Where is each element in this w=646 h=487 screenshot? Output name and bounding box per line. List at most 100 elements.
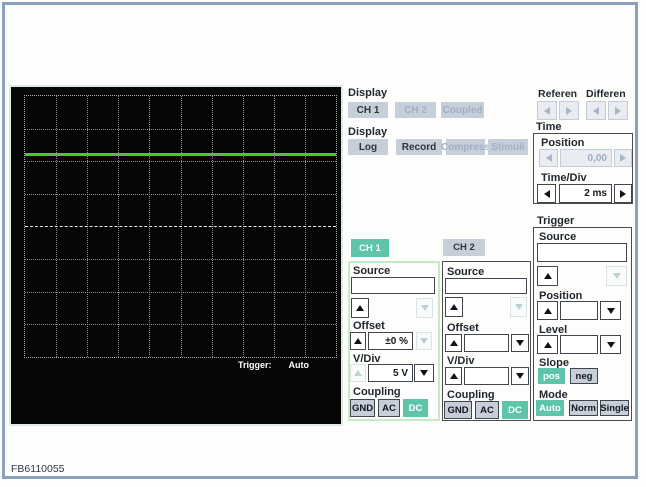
display-channels-title: Display xyxy=(348,87,388,99)
difference-prev-button[interactable] xyxy=(586,101,606,120)
display-ch1-button[interactable]: CH 1 xyxy=(348,102,388,118)
ch1-coupling-label: Coupling xyxy=(353,386,401,398)
mode-auto-button[interactable]: Auto xyxy=(536,400,564,416)
grid-line xyxy=(25,291,336,293)
tab-channel2[interactable]: CH 2 xyxy=(443,239,485,256)
down-arrow-icon xyxy=(420,338,428,344)
ch1-coupling-ac-button[interactable]: AC xyxy=(378,399,400,417)
right-arrow-icon xyxy=(615,106,621,115)
ch2-coupling-dc-button[interactable]: DC xyxy=(502,401,528,419)
ch2-source-up-button[interactable] xyxy=(445,297,463,317)
ch1-source-field[interactable] xyxy=(351,277,435,294)
time-title: Time xyxy=(536,121,562,133)
down-arrow-icon xyxy=(606,307,615,314)
trigger-source-field[interactable] xyxy=(537,243,627,262)
time-position-increment-button[interactable] xyxy=(614,149,632,167)
ch2-source-field[interactable] xyxy=(445,278,527,294)
right-arrow-icon xyxy=(566,106,572,115)
grid-line xyxy=(25,324,336,326)
display-coupled-button[interactable]: Coupled xyxy=(441,102,484,118)
slope-pos-button[interactable]: pos xyxy=(538,368,565,384)
ch1-offset-field[interactable]: ±0 % xyxy=(368,332,413,350)
slope-neg-button[interactable]: neg xyxy=(570,368,598,384)
trigger-status: Trigger: Auto xyxy=(238,360,309,370)
tab-channel1[interactable]: CH 1 xyxy=(351,239,389,257)
ch2-source-dropdown-button[interactable] xyxy=(510,297,527,317)
down-arrow-icon xyxy=(514,304,523,310)
trigger-source-dropdown-button[interactable] xyxy=(606,266,627,286)
down-arrow-icon xyxy=(606,341,615,348)
ch1-source-label: Source xyxy=(353,265,391,277)
ch2-source-label: Source xyxy=(447,266,485,278)
up-arrow-icon xyxy=(356,305,364,311)
ch2-coupling-ac-button[interactable]: AC xyxy=(475,401,499,419)
ch2-coupling-gnd-button[interactable]: GND xyxy=(444,401,472,419)
ch2-vdiv-field[interactable] xyxy=(464,367,509,385)
trigger-status-label: Trigger: xyxy=(238,360,272,370)
time-div-field[interactable]: 2 ms xyxy=(559,184,612,203)
up-arrow-icon xyxy=(543,273,552,279)
grid-line xyxy=(25,128,336,130)
ch1-offset-label: Offset xyxy=(353,320,385,332)
log-button[interactable]: Log xyxy=(348,139,388,155)
ch2-offset-label: Offset xyxy=(447,322,479,334)
ch2-offset-field[interactable] xyxy=(464,334,509,352)
ch2-offset-down-button[interactable] xyxy=(511,334,529,352)
ch2-vdiv-label: V/Div xyxy=(447,355,475,367)
left-arrow-icon xyxy=(545,154,552,162)
down-arrow-icon xyxy=(516,340,524,346)
mode-single-button[interactable]: Single xyxy=(600,400,629,416)
reference-next-button[interactable] xyxy=(559,101,579,120)
ch1-vdiv-down-button[interactable] xyxy=(414,364,434,382)
scope-display: Trigger: Auto xyxy=(9,85,343,426)
ch1-vdiv-up-button[interactable] xyxy=(350,364,366,382)
trigger-position-field[interactable] xyxy=(560,301,598,320)
time-position-decrement-button[interactable] xyxy=(539,149,558,167)
mode-norm-button[interactable]: Norm xyxy=(569,400,598,416)
ch1-coupling-gnd-button[interactable]: GND xyxy=(350,399,375,417)
trigger-position-up-button[interactable] xyxy=(537,301,558,320)
ch1-offset-up-button[interactable] xyxy=(350,332,366,350)
reference-label: Referen xyxy=(538,88,578,100)
ch2-offset-up-button[interactable] xyxy=(445,334,462,352)
trigger-source-label: Source xyxy=(539,231,577,243)
ch1-coupling-dc-button[interactable]: DC xyxy=(403,399,428,417)
display-ch2-button[interactable]: CH 2 xyxy=(395,102,436,118)
up-arrow-icon xyxy=(354,338,362,344)
ch1-source-up-button[interactable] xyxy=(351,298,369,318)
time-div-increment-button[interactable] xyxy=(614,184,632,203)
ch1-offset-down-button[interactable] xyxy=(416,332,432,350)
stimuli-button[interactable]: Stimuli xyxy=(488,139,528,155)
up-arrow-icon xyxy=(449,340,458,346)
down-arrow-icon xyxy=(516,373,524,379)
trigger-position-down-button[interactable] xyxy=(600,301,621,320)
up-arrow-icon xyxy=(449,373,458,379)
difference-next-button[interactable] xyxy=(608,101,628,120)
compress-button[interactable]: Compress xyxy=(441,139,490,155)
up-arrow-icon xyxy=(450,304,458,310)
left-arrow-icon xyxy=(544,106,550,115)
down-arrow-icon xyxy=(612,273,621,279)
record-button[interactable]: Record xyxy=(396,139,442,155)
reference-prev-button[interactable] xyxy=(537,101,557,120)
time-div-decrement-button[interactable] xyxy=(537,184,556,203)
ch2-vdiv-down-button[interactable] xyxy=(511,367,529,385)
ch2-coupling-label: Coupling xyxy=(447,389,495,401)
trigger-level-up-button[interactable] xyxy=(537,335,558,354)
ch1-vdiv-field[interactable]: 5 V xyxy=(368,364,413,382)
up-arrow-icon xyxy=(543,341,552,348)
left-arrow-icon xyxy=(593,106,599,115)
grid-center-line xyxy=(25,226,336,228)
trigger-level-down-button[interactable] xyxy=(600,335,621,354)
left-arrow-icon xyxy=(543,189,550,198)
trigger-source-up-button[interactable] xyxy=(537,266,558,286)
time-position-label: Position xyxy=(541,137,585,149)
difference-label: Differen xyxy=(586,88,626,100)
ch2-vdiv-up-button[interactable] xyxy=(445,367,462,385)
grid-line xyxy=(25,161,336,163)
time-position-field[interactable]: 0,00 xyxy=(560,149,612,167)
trigger-level-field[interactable] xyxy=(560,335,598,354)
up-arrow-icon xyxy=(543,307,552,314)
ch1-source-dropdown-button[interactable] xyxy=(416,298,433,318)
down-arrow-icon xyxy=(420,305,429,311)
